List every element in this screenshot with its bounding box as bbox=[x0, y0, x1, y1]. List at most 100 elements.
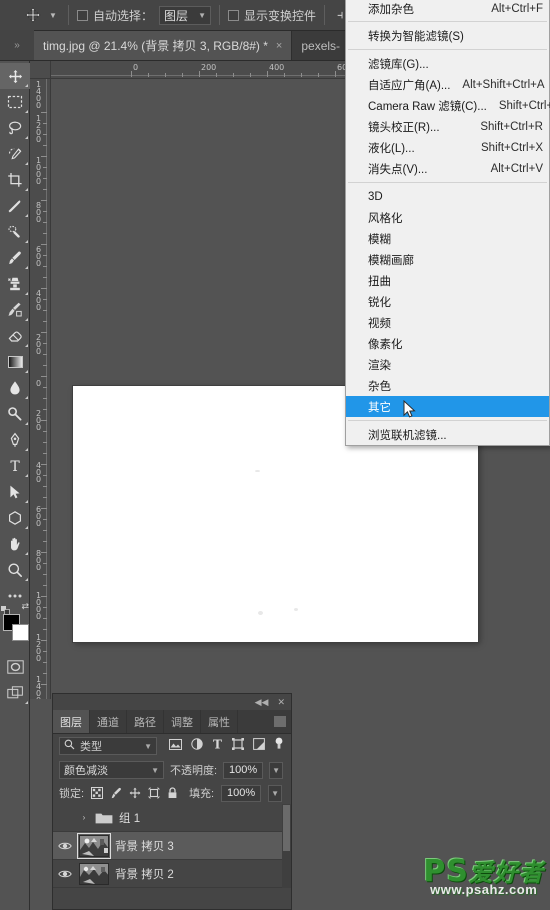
tool-blur[interactable] bbox=[0, 375, 30, 401]
layer-row-background-copy-2[interactable]: 背景 拷贝 2 bbox=[53, 860, 291, 888]
tool-clone-stamp[interactable] bbox=[0, 271, 30, 297]
tool-history-brush[interactable] bbox=[0, 297, 30, 323]
menu-item-other[interactable]: 其它 bbox=[346, 396, 549, 417]
tool-eyedropper[interactable] bbox=[0, 193, 30, 219]
layer-row-background-copy-3[interactable]: 背景 拷贝 3 bbox=[53, 832, 291, 860]
shape-layer-filter-icon[interactable] bbox=[232, 737, 244, 755]
fill-stepper-chevron-icon[interactable]: ▼ bbox=[268, 784, 283, 802]
swap-colors-icon[interactable]: ⇄ bbox=[21, 601, 29, 612]
lock-all-icon[interactable] bbox=[167, 787, 178, 799]
layer-visibility-toggle[interactable] bbox=[57, 869, 73, 879]
tool-crop[interactable] bbox=[0, 167, 30, 193]
document-tab-2[interactable]: pexels- bbox=[292, 31, 351, 60]
default-colors-icon[interactable] bbox=[1, 602, 10, 615]
ruler-corner[interactable] bbox=[30, 61, 51, 79]
menu-item-noise[interactable]: 杂色 bbox=[346, 375, 549, 396]
menu-item-blur[interactable]: 模糊 bbox=[346, 228, 549, 249]
quick-mask-icon[interactable] bbox=[0, 654, 30, 680]
menu-item-camera-raw-filter[interactable]: Camera Raw 滤镜(C)... Shift+Ctrl+A bbox=[346, 95, 550, 116]
layer-thumbnail[interactable] bbox=[79, 862, 109, 885]
watermark-url: www.psahz.com bbox=[430, 882, 538, 897]
tool-type[interactable]: T bbox=[0, 453, 30, 479]
tool-spot-healing-brush[interactable] bbox=[0, 219, 30, 245]
tab-properties[interactable]: 属性 bbox=[201, 710, 238, 733]
menu-item-adaptive-wide-angle[interactable]: 自适应广角(A)... Alt+Shift+Ctrl+A bbox=[346, 74, 549, 95]
move-tool-icon[interactable] bbox=[20, 3, 46, 27]
layer-row-group-1[interactable]: › 组 1 bbox=[53, 804, 291, 832]
opacity-stepper-chevron-icon[interactable]: ▼ bbox=[269, 761, 284, 779]
screen-mode-icon[interactable] bbox=[0, 680, 30, 706]
close-icon[interactable]: × bbox=[276, 40, 282, 52]
menu-item-sharpen[interactable]: 锐化 bbox=[346, 291, 549, 312]
tab-channels[interactable]: 通道 bbox=[90, 710, 127, 733]
tool-pen[interactable] bbox=[0, 427, 30, 453]
lock-artboard-nesting-icon[interactable] bbox=[148, 787, 160, 799]
close-panel-icon[interactable]: ✕ bbox=[277, 697, 285, 708]
menu-item-lens-correction[interactable]: 镜头校正(R)... Shift+Ctrl+R bbox=[346, 116, 549, 137]
auto-select-group[interactable]: 自动选择： bbox=[77, 7, 153, 24]
tab-adjustments[interactable]: 调整 bbox=[164, 710, 201, 733]
menu-item-browse-filters-online[interactable]: 浏览联机滤镜... bbox=[346, 424, 549, 445]
tab-paths[interactable]: 路径 bbox=[127, 710, 164, 733]
tool-preset-chevron-icon[interactable]: ▼ bbox=[46, 3, 60, 27]
layer-list-scroll-thumb[interactable] bbox=[283, 805, 290, 851]
fill-value[interactable]: 100% bbox=[221, 784, 262, 802]
layer-thumbnail[interactable] bbox=[77, 832, 111, 859]
menu-item-pixelate[interactable]: 像素化 bbox=[346, 333, 549, 354]
pixel-layer-filter-icon[interactable] bbox=[169, 737, 182, 755]
menu-item-3d[interactable]: 3D bbox=[346, 186, 549, 207]
show-transform-checkbox[interactable] bbox=[228, 9, 240, 21]
tool-zoom[interactable] bbox=[0, 557, 30, 583]
tool-dodge[interactable] bbox=[0, 401, 30, 427]
tool-move[interactable] bbox=[0, 63, 30, 89]
search-icon bbox=[64, 739, 75, 753]
document-tab-active[interactable]: timg.jpg @ 21.4% (背景 拷贝 3, RGB/8#) * × bbox=[34, 31, 293, 60]
lock-image-pixels-icon[interactable] bbox=[110, 787, 122, 799]
layer-filter-type-dropdown[interactable]: 类型 ▼ bbox=[59, 737, 157, 755]
layer-list-scrollbar[interactable] bbox=[282, 804, 291, 888]
menu-item-distort[interactable]: 扭曲 bbox=[346, 270, 549, 291]
menu-item-add-noise[interactable]: 添加杂色 Alt+Ctrl+F bbox=[346, 0, 549, 18]
layer-name: 组 1 bbox=[119, 812, 141, 825]
tool-hand[interactable] bbox=[0, 531, 30, 557]
tool-brush[interactable] bbox=[0, 245, 30, 271]
menu-item-convert-to-smart-filter[interactable]: 转换为智能滤镜(S) bbox=[346, 25, 549, 46]
vertical-ruler[interactable]: 1400 1200 1000 800 600 400 200 0 200 400… bbox=[30, 79, 51, 699]
tool-rectangular-marquee[interactable] bbox=[0, 89, 30, 115]
menu-item-stylize[interactable]: 风格化 bbox=[346, 207, 549, 228]
adjustment-layer-filter-icon[interactable] bbox=[191, 737, 203, 755]
tool-eraser[interactable] bbox=[0, 323, 30, 349]
lock-transparent-pixels-icon[interactable] bbox=[91, 787, 104, 799]
tool-lasso[interactable] bbox=[0, 115, 30, 141]
menu-item-label: 添加杂色 bbox=[368, 3, 414, 16]
opacity-value[interactable]: 100% bbox=[223, 761, 264, 779]
double-chevron-right-icon[interactable]: » bbox=[0, 30, 34, 60]
menu-item-render[interactable]: 渲染 bbox=[346, 354, 549, 375]
menu-item-blur-gallery[interactable]: 模糊画廊 bbox=[346, 249, 549, 270]
type-layer-filter-icon[interactable]: T bbox=[212, 737, 223, 755]
background-color-swatch[interactable] bbox=[12, 624, 29, 641]
lock-position-icon[interactable] bbox=[129, 787, 141, 799]
show-transform-controls-group[interactable]: 显示变换控件 bbox=[228, 7, 316, 24]
color-swatches[interactable]: ⇄ bbox=[0, 601, 30, 646]
blend-mode-dropdown[interactable]: 颜色减淡 ▼ bbox=[59, 761, 164, 779]
collapse-panel-icon[interactable]: ◀◀ bbox=[255, 697, 269, 708]
group-expand-chevron-icon[interactable]: › bbox=[79, 813, 89, 822]
menu-item-video[interactable]: 视频 bbox=[346, 312, 549, 333]
tool-gradient[interactable] bbox=[0, 349, 30, 375]
tool-path-selection[interactable] bbox=[0, 479, 30, 505]
smart-object-filter-icon[interactable] bbox=[253, 737, 265, 755]
menu-item-vanishing-point[interactable]: 消失点(V)... Alt+Ctrl+V bbox=[346, 158, 549, 179]
align-left-edges-icon[interactable]: ⫞ bbox=[337, 7, 344, 23]
layer-visibility-toggle[interactable] bbox=[57, 841, 73, 851]
menu-item-liquify[interactable]: 液化(L)... Shift+Ctrl+X bbox=[346, 137, 549, 158]
filter-toggle-icon[interactable] bbox=[274, 737, 284, 756]
auto-select-checkbox[interactable] bbox=[77, 9, 88, 21]
tab-layers[interactable]: 图层 bbox=[53, 710, 90, 733]
tab-channels-label: 通道 bbox=[97, 716, 119, 729]
tool-quick-selection[interactable] bbox=[0, 141, 30, 167]
tool-shape[interactable] bbox=[0, 505, 30, 531]
menu-item-filter-gallery[interactable]: 滤镜库(G)... bbox=[346, 53, 549, 74]
auto-select-target-dropdown[interactable]: 图层 ▼ bbox=[159, 5, 212, 25]
panel-menu-icon[interactable] bbox=[274, 716, 286, 727]
